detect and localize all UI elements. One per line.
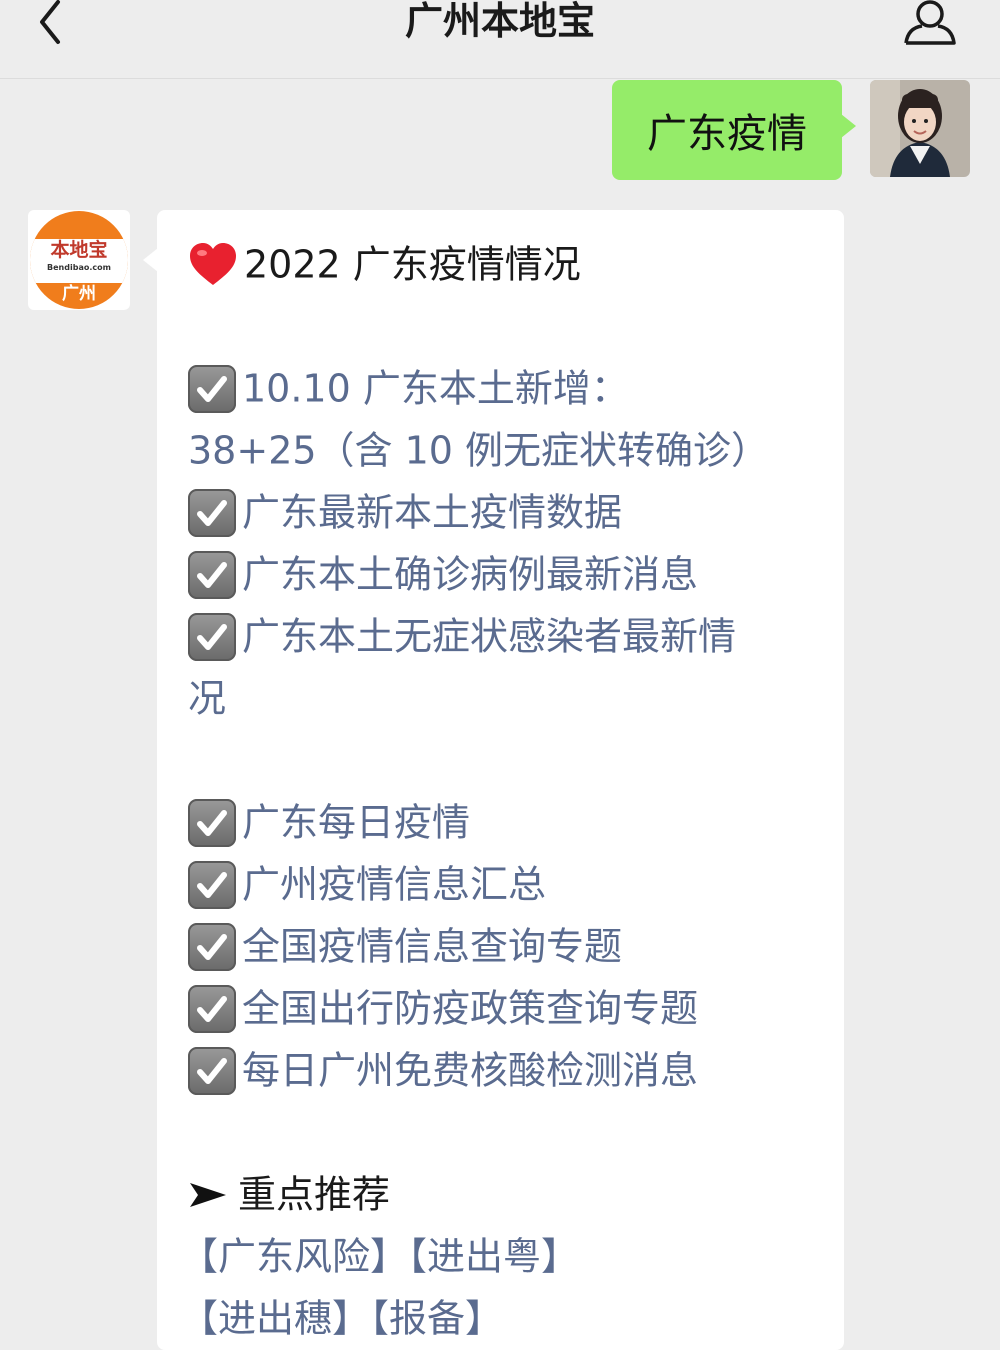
chevron-left-icon xyxy=(40,0,60,44)
checklist-item[interactable]: 广东本土无症状感染者最新情 xyxy=(188,608,736,663)
user-photo-icon xyxy=(870,80,970,177)
recommend-links-text: 【广东风险】【进出粤】 xyxy=(180,1234,580,1279)
checklist-item[interactable]: 全国疫情信息查询专题 xyxy=(188,918,622,973)
checklist-item-text: 广东本土无症状感染者最新情 xyxy=(242,614,737,659)
checklist-item[interactable]: 广州疫情信息汇总 xyxy=(188,856,546,911)
checklist-item[interactable]: 广东每日疫情 xyxy=(188,794,470,849)
chat-title: 广州本地宝 xyxy=(404,0,595,43)
checklist-item-text: 全国疫情信息查询专题 xyxy=(242,924,623,969)
checklist-item-text: 全国出行防疫政策查询专题 xyxy=(242,986,699,1031)
checkbox-icon xyxy=(188,1046,236,1095)
back-button[interactable] xyxy=(30,0,70,50)
user-icon xyxy=(904,0,956,45)
wrapped-text-line[interactable]: 况 xyxy=(188,670,226,725)
update-count-line[interactable]: 38+25（含 10 例无症状转确诊） xyxy=(188,422,769,477)
heart-icon xyxy=(190,242,236,285)
checklist-item-text: 10.10 广东本土新增： xyxy=(242,366,629,411)
checkbox-icon xyxy=(188,612,236,661)
checklist-item-text: 广州疫情信息汇总 xyxy=(242,862,547,907)
heading-text: 2022 广东疫情情况 xyxy=(244,242,581,287)
checklist-item[interactable]: 广东最新本土疫情数据 xyxy=(188,484,622,539)
checklist-item[interactable]: 全国出行防疫政策查询专题 xyxy=(188,980,698,1035)
checkbox-icon xyxy=(188,550,236,599)
outgoing-message-bubble[interactable]: 广东疫情 xyxy=(612,80,856,180)
checklist-item[interactable]: 10.10 广东本土新增： xyxy=(188,360,629,415)
checkbox-icon xyxy=(188,922,236,971)
recommend-title: 重点推荐 xyxy=(238,1172,391,1217)
checkbox-icon xyxy=(188,860,236,909)
outgoing-message-text: 广东疫情 xyxy=(647,111,807,157)
wrapped-text: 况 xyxy=(188,676,227,721)
recommend-links-text: 【进出穗】【报备】 xyxy=(180,1296,504,1341)
arrow-right-icon xyxy=(190,1182,226,1207)
recommend-links-row-1[interactable]: 【广东风险】【进出粤】 xyxy=(180,1228,579,1283)
top-bar: 广州本地宝 xyxy=(0,0,1000,79)
official-account-avatar[interactable]: 本地宝 Bendibao.com 广州 xyxy=(28,210,130,310)
chat-info-button[interactable] xyxy=(900,0,960,46)
update-count-text: 38+25（含 10 例无症状转确诊） xyxy=(188,428,770,473)
checkbox-icon xyxy=(188,364,236,413)
checkbox-icon xyxy=(188,984,236,1033)
my-avatar[interactable] xyxy=(870,80,970,177)
checklist-item-text: 每日广州免费核酸检测消息 xyxy=(242,1048,699,1093)
checklist-item-text: 广东最新本土疫情数据 xyxy=(242,490,623,535)
bendibao-logo: 本地宝 Bendibao.com 广州 xyxy=(30,211,128,309)
checklist-item[interactable]: 每日广州免费核酸检测消息 xyxy=(188,1042,698,1097)
checklist-item-text: 广东本土确诊病例最新消息 xyxy=(242,552,699,597)
logo-city-text: 广州 xyxy=(62,284,96,304)
recommend-heading: 重点推荐 xyxy=(188,1166,390,1221)
checklist-item-text: 广东每日疫情 xyxy=(242,800,471,845)
logo-url-text: Bendibao.com xyxy=(47,263,111,272)
checkbox-icon xyxy=(188,798,236,847)
logo-main-text: 本地宝 xyxy=(50,239,108,261)
checkbox-icon xyxy=(188,488,236,537)
message-heading: 2022 广东疫情情况 xyxy=(188,236,581,291)
recommend-links-row-2[interactable]: 【进出穗】【报备】 xyxy=(180,1290,503,1345)
checklist-item[interactable]: 广东本土确诊病例最新消息 xyxy=(188,546,698,601)
